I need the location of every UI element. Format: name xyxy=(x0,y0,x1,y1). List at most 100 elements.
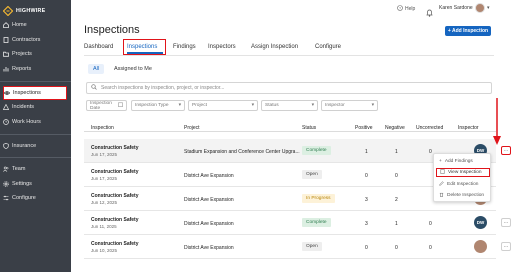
menu-item-delete-inspection[interactable]: Delete Inspection xyxy=(436,191,490,200)
chevron-down-icon: ▾ xyxy=(371,103,374,108)
inspection-name[interactable]: Construction Safety xyxy=(91,217,139,223)
positive-count: 0 xyxy=(365,173,368,179)
trash-icon xyxy=(439,192,444,199)
document-icon xyxy=(440,169,445,176)
sidebar-item-work-hours[interactable]: Work Hours xyxy=(3,116,67,127)
menu-item-add-findings[interactable]: + Add Findings xyxy=(436,157,490,166)
uncorrected-count: 0 xyxy=(429,149,432,155)
search-input[interactable]: Search inspections by inspection, projec… xyxy=(101,85,224,91)
column-header[interactable]: Uncorrected xyxy=(416,125,443,131)
negative-count: 1 xyxy=(395,149,398,155)
sidebar-item-contractors[interactable]: Contractors xyxy=(3,34,67,45)
inspection-name[interactable]: Construction Safety xyxy=(91,145,139,151)
negative-count: 0 xyxy=(395,173,398,179)
brand[interactable]: HIGHWIRE xyxy=(3,5,45,17)
column-header[interactable]: Project xyxy=(184,125,200,131)
tab-dashboard[interactable]: Dashboard xyxy=(84,44,113,50)
column-header[interactable]: Inspection xyxy=(91,125,114,131)
column-header[interactable]: Inspector xyxy=(458,125,479,131)
chevron-down-icon[interactable]: ▾ xyxy=(487,5,490,11)
building-icon xyxy=(3,36,9,43)
filter-inspection-type[interactable]: Inspection Type ▾ xyxy=(131,100,185,111)
uncorrected-count: 0 xyxy=(429,221,432,227)
row-actions-menu: + Add Findings View Inspection Edit Inspe… xyxy=(433,153,491,202)
more-actions-button[interactable]: ··· xyxy=(501,242,511,251)
top-bar: ? Help Karen Sardone ▾ xyxy=(71,0,512,17)
sidebar-item-label: Projects xyxy=(12,50,32,57)
inspection-name[interactable]: Construction Safety xyxy=(91,193,139,199)
sidebar-item-home[interactable]: Home xyxy=(3,19,67,30)
tab-assign-inspection[interactable]: Assign Inspection xyxy=(251,44,298,50)
menu-item-edit-inspection[interactable]: Edit Inspection xyxy=(436,180,490,189)
inspection-date: Jun 17, 2025 xyxy=(91,176,118,181)
inspection-name[interactable]: Construction Safety xyxy=(91,241,139,247)
brand-name: HIGHWIRE xyxy=(16,8,46,14)
filter-inspection-date[interactable]: Inspection Date xyxy=(86,100,127,111)
inspection-date: Jun 10, 2025 xyxy=(91,248,118,253)
filter-label: Project xyxy=(192,103,207,108)
sidebar-item-projects[interactable]: Projects xyxy=(3,48,67,59)
tab-inspections[interactable]: Inspections xyxy=(127,44,157,50)
menu-item-label: View Inspection xyxy=(448,170,482,175)
inspection-date: Jun 12, 2025 xyxy=(91,200,118,205)
user-name[interactable]: Karen Sardone xyxy=(439,5,473,11)
project-name: Stadium Expansion and Conference Center … xyxy=(184,149,300,155)
sidebar-item-reports[interactable]: Reports xyxy=(3,63,67,74)
menu-item-view-inspection[interactable]: View Inspection xyxy=(436,168,490,177)
column-header[interactable]: Negative xyxy=(385,125,405,131)
search-icon xyxy=(91,84,97,92)
project-name: District Ave Expansion xyxy=(184,197,234,203)
column-header[interactable]: Status xyxy=(302,125,316,131)
user-avatar[interactable] xyxy=(475,3,485,13)
negative-count: 0 xyxy=(395,245,398,251)
menu-item-label: Edit Inspection xyxy=(447,182,479,187)
gear-icon xyxy=(3,180,9,187)
sidebar-divider xyxy=(0,157,71,158)
filter-status[interactable]: Status ▾ xyxy=(261,100,318,111)
positive-count: 3 xyxy=(365,197,368,203)
sidebar-item-label: Settings xyxy=(12,180,32,187)
search-bar[interactable]: Search inspections by inspection, projec… xyxy=(86,82,492,94)
users-icon xyxy=(3,166,9,172)
subtab-all[interactable]: All xyxy=(88,64,104,74)
subtab-assigned-to-me[interactable]: Assigned to Me xyxy=(114,66,152,72)
filter-project[interactable]: Project ▾ xyxy=(188,100,258,111)
filter-label: Status xyxy=(265,103,279,108)
sidebar-item-inspections[interactable]: Inspections xyxy=(3,86,67,100)
status-badge: Open xyxy=(302,170,322,179)
positive-count: 1 xyxy=(365,149,368,155)
sidebar-divider xyxy=(0,134,71,135)
status-badge: Complete xyxy=(302,146,331,155)
sidebar-divider xyxy=(0,81,71,82)
sidebar-item-settings[interactable]: Settings xyxy=(3,178,67,189)
column-header[interactable]: Positive xyxy=(355,125,373,131)
tab-findings[interactable]: Findings xyxy=(173,44,196,50)
table-row[interactable]: Construction Safety Jun 10, 2025 Distric… xyxy=(84,235,511,259)
add-inspection-button[interactable]: + Add Inspection xyxy=(445,26,491,36)
sidebar-item-label: Configure xyxy=(12,194,36,201)
tab-configure[interactable]: Configure xyxy=(315,44,341,50)
sidebar: HIGHWIRE Home Contractors Projects Repor… xyxy=(0,0,71,272)
more-actions-button[interactable]: ··· xyxy=(501,146,511,155)
sidebar-item-label: Team xyxy=(12,165,26,172)
sidebar-item-incidents[interactable]: Incidents xyxy=(3,101,67,112)
table-header: Inspection Project Status Positive Negat… xyxy=(84,120,496,132)
sidebar-item-label: Insurance xyxy=(12,142,37,149)
uncorrected-count: 0 xyxy=(429,245,432,251)
main-content: ? Help Karen Sardone ▾ Inspections + Add … xyxy=(71,0,512,272)
tab-inspectors[interactable]: Inspectors xyxy=(208,44,236,50)
table-row[interactable]: Construction Safety Jun 11, 2025 Distric… xyxy=(84,211,511,235)
annotation-arrow-icon xyxy=(493,98,501,145)
chevron-down-icon: ▾ xyxy=(311,103,314,108)
sidebar-item-insurance[interactable]: Insurance xyxy=(3,140,67,151)
more-actions-button[interactable]: ··· xyxy=(501,218,511,227)
filter-inspector[interactable]: Inspector ▾ xyxy=(321,100,378,111)
help-link[interactable]: ? Help xyxy=(397,5,415,13)
inspection-name[interactable]: Construction Safety xyxy=(91,169,139,175)
inspection-date: Jun 11, 2025 xyxy=(91,224,117,229)
bell-icon[interactable] xyxy=(426,4,433,17)
page-title: Inspections xyxy=(84,24,140,36)
sidebar-item-configure[interactable]: Configure xyxy=(3,192,67,203)
sidebar-item-team[interactable]: Team xyxy=(3,163,67,174)
positive-count: 3 xyxy=(365,221,368,227)
